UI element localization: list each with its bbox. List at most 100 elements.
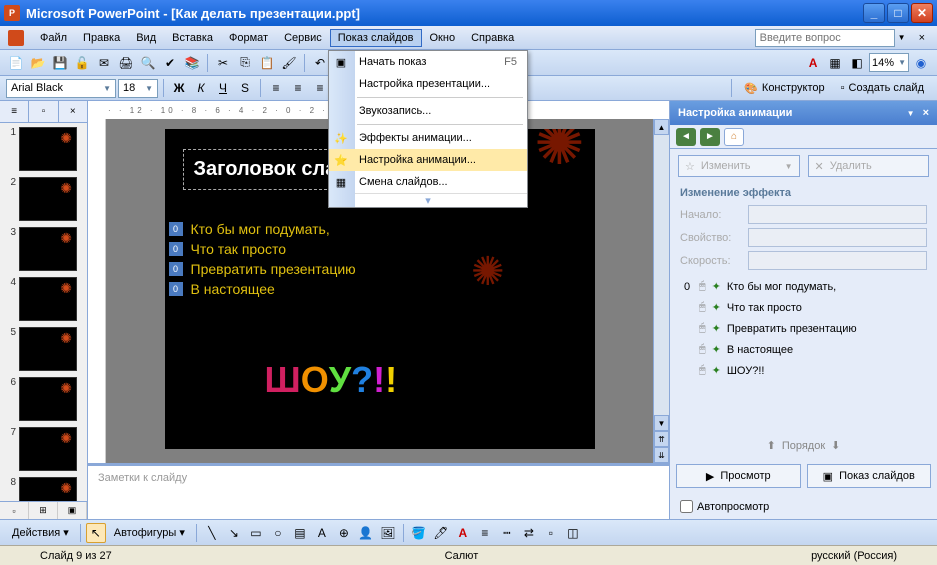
- font-name-select[interactable]: Arial Black▼: [6, 79, 116, 98]
- underline-button[interactable]: Ч: [213, 78, 233, 98]
- slideshow-view-button[interactable]: ▣: [58, 502, 87, 519]
- thumbnail-4[interactable]: ✺: [19, 277, 77, 321]
- close-button[interactable]: ✕: [911, 3, 933, 23]
- research-icon[interactable]: 📚: [182, 53, 202, 73]
- menu-file[interactable]: Файл: [32, 29, 75, 47]
- scroll-up-icon[interactable]: ▲: [654, 119, 669, 135]
- textbox-icon[interactable]: ▤: [290, 523, 310, 543]
- italic-button[interactable]: К: [191, 78, 211, 98]
- notes-pane[interactable]: Заметки к слайду: [88, 463, 669, 519]
- line-style-icon[interactable]: ≡: [475, 523, 495, 543]
- new-icon[interactable]: 📄: [6, 53, 26, 73]
- menu-slide-transition[interactable]: ▦Смена слайдов...: [329, 171, 527, 193]
- save-icon[interactable]: 💾: [50, 53, 70, 73]
- thumbnail-5[interactable]: ✺: [19, 327, 77, 371]
- next-slide-icon[interactable]: ⇊: [654, 447, 669, 463]
- nav-back-icon[interactable]: ◄: [676, 128, 696, 146]
- open-icon[interactable]: 📂: [28, 53, 48, 73]
- paste-icon[interactable]: 📋: [257, 53, 277, 73]
- scroll-down-icon[interactable]: ▼: [654, 415, 669, 431]
- taskpane-close-button[interactable]: ×: [923, 107, 929, 119]
- menu-window[interactable]: Окно: [422, 29, 464, 47]
- start-select[interactable]: [748, 205, 927, 224]
- align-center-icon[interactable]: ≡: [288, 78, 308, 98]
- actions-button[interactable]: Действия ▾: [6, 523, 75, 543]
- preview-icon[interactable]: 🔍: [138, 53, 158, 73]
- zoom-select[interactable]: 14%▼: [869, 53, 909, 72]
- move-up-icon[interactable]: ⬆: [767, 439, 776, 452]
- permission-icon[interactable]: 🔓: [72, 53, 92, 73]
- diagram-icon[interactable]: ⊕: [334, 523, 354, 543]
- menu-animation-effects[interactable]: ✨Эффекты анимации...: [329, 127, 527, 149]
- thumbnail-8[interactable]: ✺: [19, 477, 77, 501]
- thumbnail-2[interactable]: ✺: [19, 177, 77, 221]
- picture-icon[interactable]: 🖼: [378, 523, 398, 543]
- autopreview-checkbox[interactable]: [680, 500, 693, 513]
- menu-custom-animation[interactable]: ⭐Настройка анимации...: [329, 149, 527, 171]
- shadow-button[interactable]: S: [235, 78, 255, 98]
- ask-question-input[interactable]: [755, 29, 895, 47]
- nav-home-icon[interactable]: ⌂: [724, 128, 744, 146]
- speed-select[interactable]: [748, 251, 927, 270]
- rect-icon[interactable]: ▭: [246, 523, 266, 543]
- menu-expand-icon[interactable]: ▾: [329, 193, 527, 207]
- print-icon[interactable]: 🖨: [116, 53, 136, 73]
- font-color-icon[interactable]: A: [803, 53, 823, 73]
- effect-item[interactable]: 0🖱✦Кто бы мог подумать,: [676, 276, 931, 297]
- oval-icon[interactable]: ○: [268, 523, 288, 543]
- effect-item[interactable]: 🖱✦В настоящее: [676, 339, 931, 360]
- maximize-button[interactable]: □: [887, 3, 909, 23]
- menu-help[interactable]: Справка: [463, 29, 522, 47]
- mdi-icon[interactable]: [8, 30, 24, 46]
- line-color-icon[interactable]: 🖊: [431, 523, 451, 543]
- format-painter-icon[interactable]: 🖌: [279, 53, 299, 73]
- help-icon[interactable]: ◉: [911, 53, 931, 73]
- close-outline-button[interactable]: ×: [59, 101, 87, 122]
- wordart-icon[interactable]: A: [312, 523, 332, 543]
- email-icon[interactable]: ✉: [94, 53, 114, 73]
- new-slide-button[interactable]: ▫Создать слайд: [834, 78, 931, 99]
- thumbnail-6[interactable]: ✺: [19, 377, 77, 421]
- grid-icon[interactable]: ▦: [825, 53, 845, 73]
- thumbnail-3[interactable]: ✺: [19, 227, 77, 271]
- add-effect-button[interactable]: ☆ Изменить ▼: [678, 155, 800, 177]
- menu-view[interactable]: Вид: [128, 29, 164, 47]
- menu-slideshow[interactable]: Показ слайдов: [330, 29, 422, 47]
- arrow-style-icon[interactable]: ⇄: [519, 523, 539, 543]
- minimize-button[interactable]: _: [863, 3, 885, 23]
- line-icon[interactable]: ╲: [202, 523, 222, 543]
- 3d-style-icon[interactable]: ◫: [563, 523, 583, 543]
- align-left-icon[interactable]: ≡: [266, 78, 286, 98]
- preview-button[interactable]: ▶ Просмотр: [676, 464, 801, 488]
- effect-item[interactable]: 🖱✦Что так просто: [676, 297, 931, 318]
- undo-icon[interactable]: ↶: [310, 53, 330, 73]
- menu-start-show[interactable]: ▣Начать показF5: [329, 51, 527, 73]
- clipart-icon[interactable]: 👤: [356, 523, 376, 543]
- designer-button[interactable]: 🎨Конструктор: [737, 78, 831, 99]
- cut-icon[interactable]: ✂: [213, 53, 233, 73]
- taskpane-dropdown-icon[interactable]: ▼: [907, 109, 915, 118]
- select-icon[interactable]: ↖: [86, 523, 106, 543]
- bold-button[interactable]: Ж: [169, 78, 189, 98]
- thumbnail-1[interactable]: ✺: [19, 127, 77, 171]
- fill-icon[interactable]: 🪣: [409, 523, 429, 543]
- property-select[interactable]: [748, 228, 927, 247]
- menu-insert[interactable]: Вставка: [164, 29, 221, 47]
- prev-slide-icon[interactable]: ⇈: [654, 431, 669, 447]
- slides-tab[interactable]: ▫: [29, 101, 58, 122]
- ask-dropdown-icon[interactable]: ▼: [895, 33, 909, 42]
- normal-view-button[interactable]: ▫: [0, 502, 29, 519]
- spell-icon[interactable]: ✔: [160, 53, 180, 73]
- outline-tab[interactable]: ≡: [0, 101, 29, 122]
- menu-record-narration[interactable]: Звукозапись...: [329, 100, 527, 122]
- arrow-icon[interactable]: ↘: [224, 523, 244, 543]
- menu-tools[interactable]: Сервис: [276, 29, 330, 47]
- remove-effect-button[interactable]: ✕ Удалить: [808, 155, 930, 177]
- effect-item[interactable]: 🖱✦Превратить презентацию: [676, 318, 931, 339]
- menu-edit[interactable]: Правка: [75, 29, 128, 47]
- shadow-style-icon[interactable]: ▫: [541, 523, 561, 543]
- font-size-select[interactable]: 18▼: [118, 79, 158, 98]
- dash-style-icon[interactable]: ┉: [497, 523, 517, 543]
- copy-icon[interactable]: ⎘: [235, 53, 255, 73]
- thumbnail-7[interactable]: ✺: [19, 427, 77, 471]
